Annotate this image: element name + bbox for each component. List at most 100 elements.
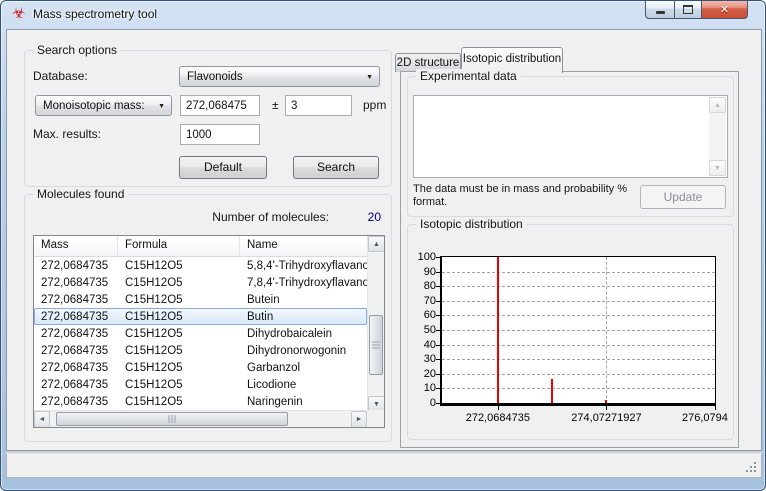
mass-input[interactable]	[180, 95, 260, 116]
x-tick-mark	[715, 406, 716, 410]
window-title: Mass spectrometry tool	[33, 7, 157, 21]
client-area: Search options Database: Flavonoids ▼ Mo…	[6, 29, 762, 451]
spectrum-peak	[605, 400, 607, 403]
x-tick-mark	[606, 406, 607, 410]
chevron-down-icon: ▼	[366, 74, 373, 81]
vertical-scrollbar-thumb[interactable]	[369, 315, 383, 375]
cell-formula: C15H12O5	[118, 396, 240, 408]
tolerance-input[interactable]	[285, 95, 352, 116]
max-results-input[interactable]	[180, 124, 260, 145]
scroll-down-icon: ▼	[714, 165, 721, 172]
biohazard-icon: ☣	[12, 6, 25, 22]
spectrum-peak	[497, 257, 499, 403]
cell-mass: 272,0684735	[34, 328, 118, 340]
status-bar	[6, 454, 762, 478]
column-header-mass[interactable]: Mass	[34, 236, 118, 256]
close-button[interactable]: ✕	[702, 0, 748, 19]
y-tick-mark	[436, 345, 440, 346]
table-row[interactable]: 272,0684735 C15H12O5 Butein	[34, 291, 367, 308]
x-tick-label: 272,0684735	[466, 412, 530, 424]
cell-name: Butin	[240, 311, 367, 323]
table-row[interactable]: 272,0684735 C15H12O5 Dihydronorwogonin	[34, 342, 367, 359]
y-tick-label: 20	[408, 368, 436, 380]
cell-formula: C15H12O5	[118, 345, 240, 357]
table-row[interactable]: 272,0684735 C15H12O5 5,8,4'-Trihydroxyfl…	[34, 257, 367, 274]
scroll-down-button[interactable]: ▼	[709, 160, 726, 176]
cell-formula: C15H12O5	[118, 328, 240, 340]
app-window: ☣ Mass spectrometry tool ✕ Search option…	[0, 0, 766, 491]
molecule-count-value: 20	[368, 210, 381, 224]
cell-formula: C15H12O5	[118, 294, 240, 306]
scroll-left-icon: ◄	[39, 416, 46, 423]
table-row[interactable]: 272,0684735 C15H12O5 7,8,4'-Trihydroxyfl…	[34, 274, 367, 291]
format-hint-line1: The data must be in mass and probability…	[413, 183, 627, 196]
resize-grip[interactable]	[754, 470, 756, 472]
y-tick-mark	[436, 374, 440, 375]
scrollbar-corner	[367, 410, 384, 427]
cell-name: 7,8,4'-Trihydroxyflavanone	[240, 277, 367, 289]
gridline-horizontal	[442, 330, 715, 331]
format-hint: The data must be in mass and probability…	[413, 183, 627, 209]
cell-name: Garbanzol	[240, 362, 367, 374]
column-header-formula[interactable]: Formula	[118, 236, 240, 256]
title-bar[interactable]: ☣ Mass spectrometry tool ✕	[1, 1, 765, 29]
horizontal-scrollbar[interactable]: ◄ ►	[34, 410, 367, 427]
window-controls: ✕	[645, 0, 748, 20]
cell-mass: 272,0684735	[34, 396, 118, 408]
cell-name: Butein	[240, 294, 367, 306]
spectrum-peak	[551, 379, 553, 403]
default-button[interactable]: Default	[179, 156, 267, 179]
table-row[interactable]: 272,0684735 C15H12O5 Licodione	[34, 376, 367, 393]
scroll-down-icon: ▼	[373, 401, 380, 408]
isotopic-distribution-group: Isotopic distribution 010203040506070809…	[407, 224, 734, 440]
scroll-right-icon: ►	[356, 416, 363, 423]
cell-formula: C15H12O5	[118, 311, 240, 323]
close-icon: ✕	[720, 3, 729, 16]
mass-mode-select[interactable]: Monoisotopic mass: ▼	[35, 95, 172, 116]
cell-name: 5,8,4'-Trihydroxyflavanone	[240, 260, 367, 272]
y-tick-mark	[436, 330, 440, 331]
cell-name: Dihydronorwogonin	[240, 345, 367, 357]
database-select[interactable]: Flavonoids ▼	[179, 66, 380, 87]
molecules-table: Mass Formula Name 272,0684735 C15H12O5 5…	[33, 235, 385, 428]
y-tick-label: 60	[408, 309, 436, 321]
experimental-data-legend: Experimental data	[416, 69, 521, 83]
horizontal-scrollbar-thumb[interactable]	[56, 412, 288, 426]
column-header-name[interactable]: Name	[240, 236, 367, 256]
table-row[interactable]: 272,0684735 C15H12O5 Butin	[34, 308, 367, 325]
mass-mode-value: Monoisotopic mass:	[43, 100, 145, 112]
y-tick-label: 70	[408, 295, 436, 307]
textarea-scrollbar[interactable]: ▲ ▼	[709, 97, 726, 176]
table-row[interactable]: 272,0684735 C15H12O5 Dihydrobaicalein	[34, 325, 367, 342]
scroll-left-button[interactable]: ◄	[34, 411, 50, 428]
table-row[interactable]: 272,0684735 C15H12O5 Naringenin	[34, 393, 367, 410]
cell-mass: 272,0684735	[34, 362, 118, 374]
table-header: Mass Formula Name	[34, 236, 367, 257]
gridline-horizontal	[442, 345, 715, 346]
maximize-button[interactable]	[674, 0, 702, 19]
minimize-button[interactable]	[645, 0, 674, 19]
y-tick-label: 0	[408, 397, 436, 409]
cell-name: Naringenin	[240, 396, 367, 408]
thumb-grip-icon	[372, 342, 380, 349]
y-tick-mark	[436, 403, 440, 404]
y-tick-label: 80	[408, 280, 436, 292]
format-hint-line2: format.	[413, 196, 627, 209]
search-button[interactable]: Search	[293, 156, 379, 179]
scroll-up-button[interactable]: ▲	[368, 236, 385, 252]
vertical-scrollbar[interactable]: ▲ ▼	[367, 236, 384, 412]
molecules-group: Molecules found Number of molecules: 20 …	[24, 194, 392, 442]
molecules-legend: Molecules found	[33, 187, 128, 201]
update-button[interactable]: Update	[640, 185, 726, 209]
gridline-horizontal	[442, 315, 715, 316]
y-tick-mark	[436, 301, 440, 302]
experimental-data-textarea[interactable]: ▲ ▼	[413, 95, 728, 178]
gridline-horizontal	[442, 272, 715, 273]
max-results-label: Max. results:	[33, 127, 101, 141]
cell-formula: C15H12O5	[118, 260, 240, 272]
scroll-right-button[interactable]: ►	[351, 411, 367, 428]
table-row[interactable]: 272,0684735 C15H12O5 Garbanzol	[34, 359, 367, 376]
scroll-up-button[interactable]: ▲	[709, 97, 726, 113]
database-value: Flavonoids	[187, 71, 243, 83]
cell-mass: 272,0684735	[34, 311, 118, 323]
